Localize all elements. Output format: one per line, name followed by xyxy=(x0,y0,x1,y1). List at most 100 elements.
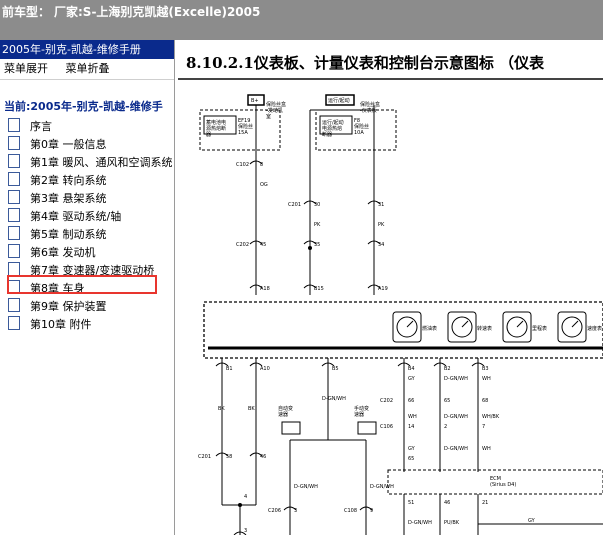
ef19-label: EF19 保险丝 15A xyxy=(238,118,253,136)
c202-b-pin-0: 35 xyxy=(314,242,320,248)
tree-item-preface[interactable]: 序言 xyxy=(0,118,52,134)
current-location: 当前:2005年-别克-凯越-维修手 xyxy=(4,100,163,113)
wire-dgn-lower: D-GN/WH xyxy=(444,446,468,452)
wire-wh-b4: WH xyxy=(408,414,417,420)
wiring-diagram: B+ 运行/起动 EF19 保险丝 15A F8 保险丝 10A 保险丝盒-发动机室 保… xyxy=(198,94,603,535)
c206-label: C206 xyxy=(268,508,281,514)
document-icon xyxy=(8,190,20,204)
tree-item-chapter-0[interactable]: 第0章 一般信息 xyxy=(0,136,107,152)
wire-whbk: WH/BK xyxy=(482,414,500,420)
wire-bk-left: BK xyxy=(218,406,225,412)
c202-b-pin-b: 65 xyxy=(444,398,450,404)
fuse-b-label: B+ xyxy=(251,98,259,104)
document-icon xyxy=(8,226,20,240)
c206-pin: 3 xyxy=(294,508,297,514)
pin-4: 4 xyxy=(244,494,247,500)
wire-dgnwh-right: D-GN/WH xyxy=(370,484,394,490)
wire-gy: GY xyxy=(408,376,416,382)
sidebar: 2005年-别克-凯越-维修手册 菜单展开 菜单折叠 当前:2005年-别克-凯… xyxy=(0,40,175,535)
c202-b-pin-d: 7 xyxy=(482,424,485,430)
gauge-label-speed: 速度表 xyxy=(587,325,602,332)
wire-dgnwh-ecm: D-GN/WH xyxy=(408,520,432,526)
pin-a19: A19 xyxy=(378,286,388,292)
tree-item-chapter-6[interactable]: 第6章 发动机 xyxy=(0,244,96,260)
title-bar: 前车型： 厂家:S-上海别克凯越(Excelle)2005 xyxy=(0,0,603,40)
c201-a-label: C201 xyxy=(288,202,301,208)
odometer-gauge xyxy=(502,311,532,343)
tree-item-chapter-5[interactable]: 第5章 制动系统 xyxy=(0,226,107,242)
c201-a-pin-1: 31 xyxy=(378,202,384,208)
expand-menu-button[interactable]: 菜单展开 xyxy=(4,62,48,75)
manual-header[interactable]: 2005年-别克-凯越-维修手册 xyxy=(0,40,174,59)
title-prefix: 前车型： xyxy=(2,5,51,19)
tree-item-chapter-4[interactable]: 第4章 驱动系统/轴 xyxy=(0,208,121,224)
wire-dgn-b2: D-GN/WH xyxy=(444,376,468,382)
relay-note-right: 运行/起动电源热熔断器 xyxy=(322,119,344,138)
collapse-menu-button[interactable]: 菜单折叠 xyxy=(66,62,110,75)
pin-b2: B2 xyxy=(444,366,451,372)
page-title: 8.10.2.1仪表板、计量仪表和控制台示意图标 （仪表 xyxy=(186,54,545,72)
wire-pk-right: PK xyxy=(378,222,385,228)
pin-b3: B3 xyxy=(482,366,489,372)
c202-a-pin: 45 xyxy=(260,242,266,248)
c201-a-pin-0: 30 xyxy=(314,202,320,208)
auto-trans-switch xyxy=(281,421,301,435)
c201-b-label: C201 xyxy=(198,454,211,460)
document-icon xyxy=(8,244,20,258)
wire-dgnwh-left: D-GN/WH xyxy=(294,484,318,490)
wire-dgnwh-top: D-GN/WH xyxy=(322,396,346,402)
manual-trans-switch xyxy=(357,421,377,435)
tree-item-chapter-10[interactable]: 第10章 附件 xyxy=(0,316,92,332)
c201-b-pin-1: 46 xyxy=(260,454,266,460)
pin-3: 3 xyxy=(244,528,247,534)
c202-a-label: C202 xyxy=(236,242,249,248)
c106-pin-0: 14 xyxy=(408,424,414,430)
fuel-gauge xyxy=(392,311,422,343)
ecm-pin-2: 21 xyxy=(482,500,488,506)
tree-item-chapter-3[interactable]: 第3章 悬架系统 xyxy=(0,190,107,206)
c108-label: C108 xyxy=(344,508,357,514)
document-icon xyxy=(8,316,20,330)
wire-bk-right: BK xyxy=(248,406,255,412)
ecm-pin-1: 46 xyxy=(444,500,450,506)
ecm-label: ECM (Sirius D4) xyxy=(490,476,516,488)
pin-b15: B15 xyxy=(314,286,324,292)
tree-item-chapter-1[interactable]: 第1章 暖风、通风和空调系统 xyxy=(0,154,173,170)
c202-b-pin-1: 34 xyxy=(378,242,384,248)
pin-b1: B1 xyxy=(226,366,233,372)
c201-b-pin-0: 58 xyxy=(226,454,232,460)
wire-wh-b3: WH xyxy=(482,376,491,382)
document-icon xyxy=(8,208,20,222)
document-icon xyxy=(8,298,20,312)
tree-item-chapter-9[interactable]: 第9章 保护装置 xyxy=(0,298,107,314)
menu-toolbar: 菜单展开 菜单折叠 xyxy=(0,59,174,80)
manual-trans-label: 手动变速器 xyxy=(354,405,369,418)
document-icon xyxy=(8,136,20,150)
fuse-run-note: 保险丝盒-仪表板 xyxy=(360,101,380,114)
speedometer-gauge xyxy=(557,311,587,343)
c202-b-label: C202 xyxy=(380,398,393,404)
ecm-pin-0: 51 xyxy=(408,500,414,506)
wire-dgn-b2-mid: D-GN/WH xyxy=(444,414,468,420)
wire-wh-lower: WH xyxy=(482,446,491,452)
tree-item-chapter-2[interactable]: 第2章 转向系统 xyxy=(0,172,107,188)
tach-gauge xyxy=(447,311,477,343)
gauge-label-odometer: 里程表 xyxy=(532,325,547,332)
c202-b-pin-a: 66 xyxy=(408,398,414,404)
selection-highlight xyxy=(7,275,157,294)
wire-gy-lower: GY xyxy=(408,446,416,452)
wire-gy-ecm: GY xyxy=(528,518,536,524)
fuse-run-label: 运行/起动 xyxy=(328,97,350,104)
document-icon xyxy=(8,118,20,132)
c202-b-pin-c: 68 xyxy=(482,398,488,404)
c106-label: C106 xyxy=(380,424,393,430)
wire-pubk: PU/BK xyxy=(444,520,460,526)
auto-trans-label: 自动变速器 xyxy=(278,405,293,418)
c108-pin: 9 xyxy=(370,508,373,514)
c106-pin-1: 2 xyxy=(444,424,447,430)
fuse-b-note: 保险丝盒-发动机室 xyxy=(266,101,286,120)
pin-a10: A10 xyxy=(260,366,270,372)
gauge-label-tach: 转速表 xyxy=(477,325,492,332)
f8-label: F8 保险丝 10A xyxy=(354,118,369,136)
document-icon xyxy=(8,172,20,186)
